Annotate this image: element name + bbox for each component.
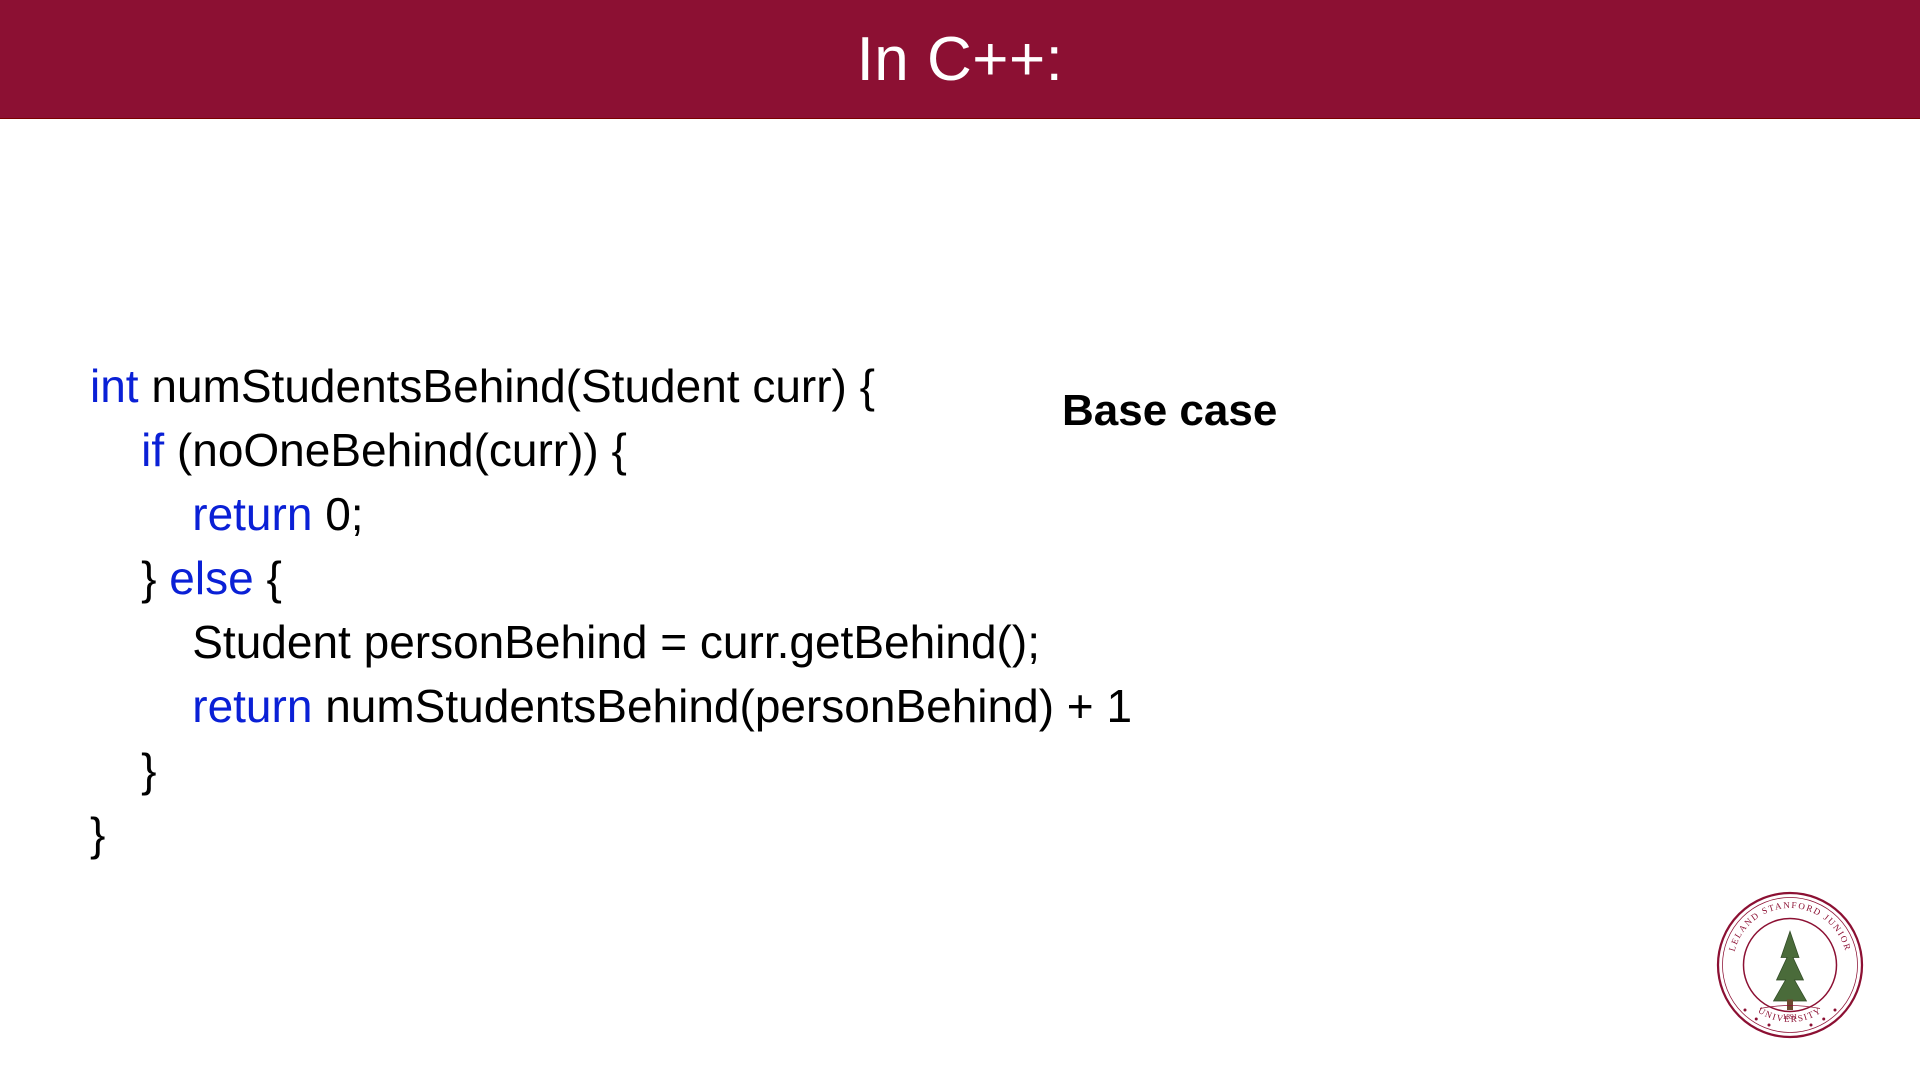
code-line-4: } else { xyxy=(90,552,282,604)
code-line-5: Student personBehind = curr.getBehind(); xyxy=(90,616,1040,668)
code-line-8: } xyxy=(90,808,105,860)
code-line-3: return 0; xyxy=(90,488,364,540)
code-line-1: int numStudentsBehind(Student curr) { xyxy=(90,360,875,412)
code-line-2: if (noOneBehind(curr)) { xyxy=(90,424,627,476)
kw-return-2: return xyxy=(192,680,312,732)
code-block: int numStudentsBehind(Student curr) { if… xyxy=(90,290,1490,866)
slide-title: In C++: xyxy=(857,24,1064,95)
svg-text:1891: 1891 xyxy=(1783,1012,1798,1021)
kw-int: int xyxy=(90,360,139,412)
annotation-base-case: Base case xyxy=(1062,386,1277,436)
kw-if: if xyxy=(141,424,164,476)
kw-return-1: return xyxy=(192,488,312,540)
code-line-7: } xyxy=(90,744,157,796)
title-bar: In C++: xyxy=(0,0,1920,119)
content-area: int numStudentsBehind(Student curr) { if… xyxy=(90,290,1490,866)
stanford-seal-icon: LELAND STANFORD JUNIOR UNIVERSITY 1891 xyxy=(1715,890,1865,1040)
code-line-6: return numStudentsBehind(personBehind) +… xyxy=(90,680,1132,732)
kw-else: else xyxy=(169,552,253,604)
